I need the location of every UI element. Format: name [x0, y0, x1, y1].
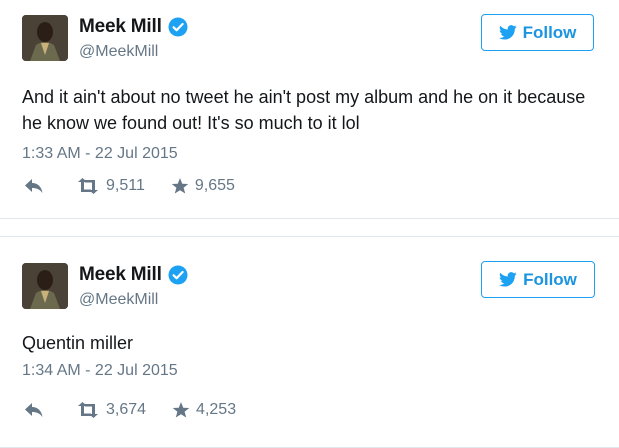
- retweet-icon: [78, 178, 98, 194]
- like-button[interactable]: 4,253: [172, 401, 236, 419]
- like-count: 9,655: [194, 177, 235, 194]
- display-name[interactable]: Meek Mill: [79, 264, 162, 286]
- user-handle[interactable]: @MeekMill: [79, 291, 158, 309]
- tweet-actions: 9,511 9,655: [24, 177, 235, 195]
- tweet-actions: 3,674 4,253: [24, 401, 236, 419]
- star-icon: [171, 178, 189, 194]
- like-count: 4,253: [196, 401, 237, 418]
- twitter-bird-icon: [498, 25, 517, 40]
- tweet-card: Meek Mill @MeekMill Follow Quentin mille…: [0, 236, 619, 448]
- follow-button[interactable]: Follow: [481, 261, 595, 298]
- verified-badge-icon: [168, 17, 188, 37]
- tweet-text: Quentin miller: [22, 333, 134, 353]
- tweet-card: Meek Mill @MeekMill Follow And it ain't …: [0, 0, 619, 219]
- reply-icon[interactable]: [24, 402, 44, 418]
- tweet-timestamp[interactable]: 1:33 AM - 22 Jul 2015: [22, 145, 178, 163]
- retweet-icon: [78, 402, 98, 418]
- verified-badge-icon: [168, 265, 188, 285]
- tweet-timestamp[interactable]: 1:34 AM - 22 Jul 2015: [22, 362, 178, 380]
- twitter-bird-icon: [499, 272, 517, 287]
- tweet-text: And it ain't about no tweet he ain't pos…: [22, 87, 586, 133]
- retweet-button[interactable]: 3,674: [76, 401, 146, 419]
- user-handle[interactable]: @MeekMill: [79, 43, 158, 61]
- reply-icon[interactable]: [24, 178, 44, 194]
- display-name[interactable]: Meek Mill: [79, 16, 162, 38]
- follow-label: Follow: [523, 269, 577, 289]
- like-button[interactable]: 9,655: [171, 177, 235, 195]
- follow-label: Follow: [522, 22, 577, 42]
- retweet-button[interactable]: 9,511: [76, 177, 145, 195]
- follow-button[interactable]: Follow: [481, 14, 594, 51]
- retweet-count: 3,674: [106, 401, 147, 418]
- avatar[interactable]: [22, 263, 68, 309]
- avatar[interactable]: [22, 15, 68, 61]
- retweet-count: 9,511: [106, 177, 145, 194]
- star-icon: [172, 402, 190, 418]
